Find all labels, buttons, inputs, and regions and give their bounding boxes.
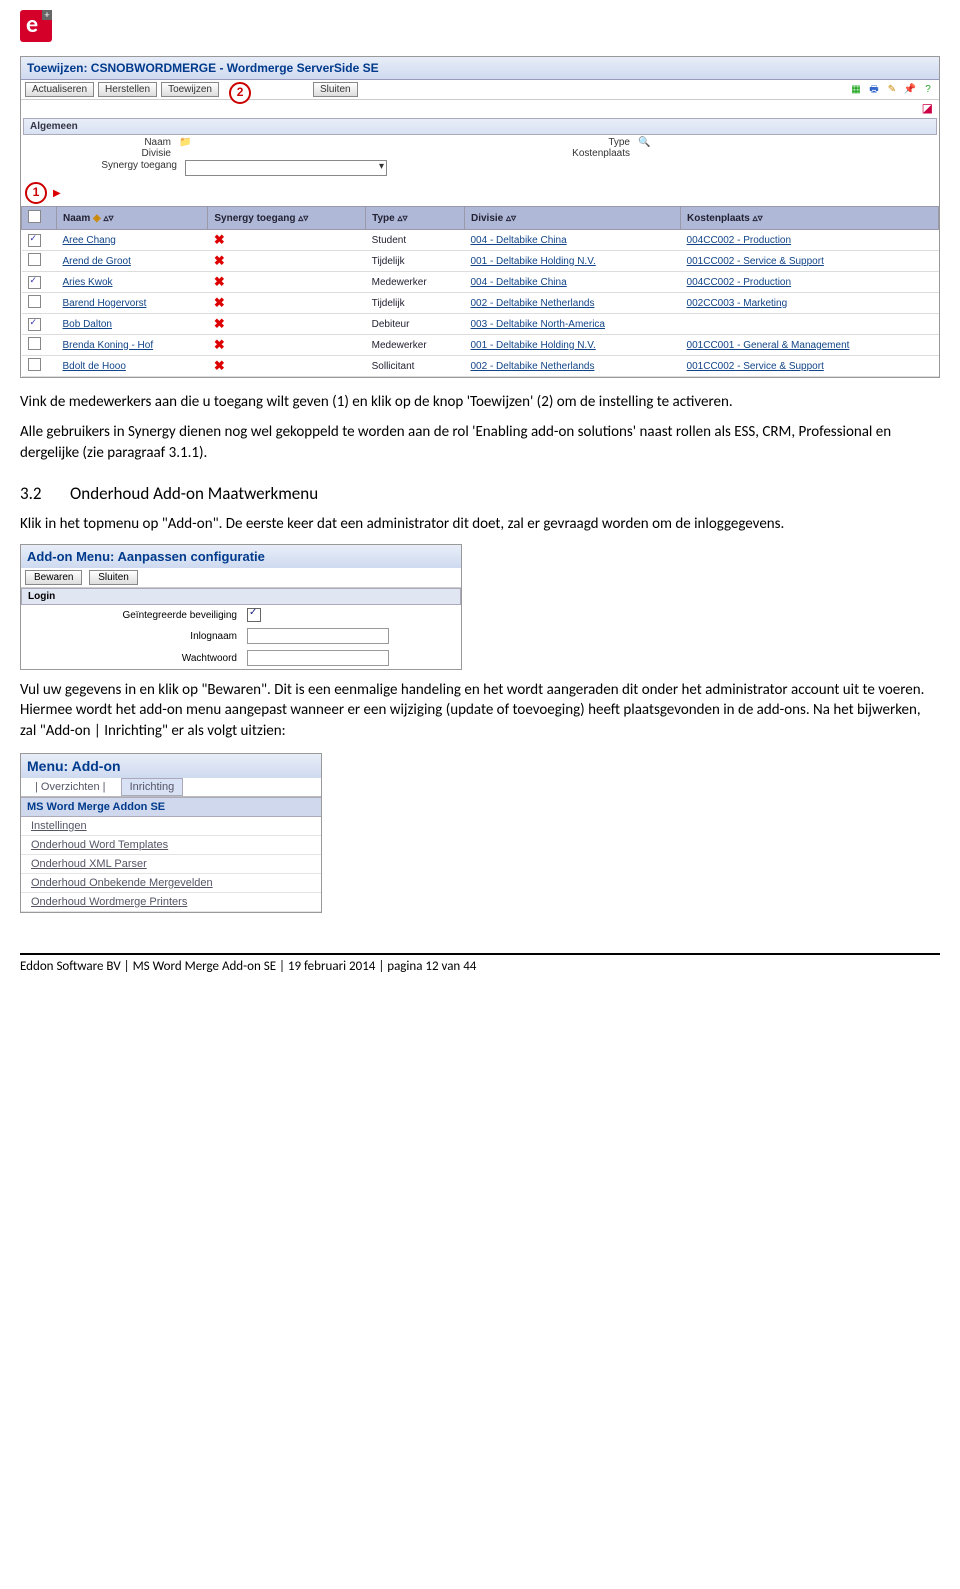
user-link[interactable]: Bdolt de Hooo [63,361,126,372]
x-icon: ✖ [214,232,225,247]
checkbox-all[interactable] [28,210,41,223]
tab-inrichting[interactable]: Inrichting [121,778,184,796]
table-row: Barend Hogervorst✖Tijdelijk002 - Deltabi… [22,293,939,314]
user-link[interactable]: Aree Chang [63,235,116,246]
logo [20,10,52,42]
btn-bewaren[interactable]: Bewaren [25,570,82,585]
tool-icon[interactable]: ✎ [885,83,899,97]
menu-item[interactable]: Instellingen [31,820,87,832]
x-icon: ✖ [214,274,225,289]
red-triangle-icon: ▶ [53,188,61,199]
dropdown-synergy[interactable]: ▾ [185,160,387,176]
lbl-divisie: Divisie [21,148,179,159]
btn-actualiseren[interactable]: Actualiseren [25,82,94,97]
color-icon[interactable]: ◪ [922,101,933,115]
toolbar: Actualiseren Herstellen Toewijzen 2 Slui… [21,80,939,100]
lbl-naam: Naam [21,137,179,148]
help-icon[interactable]: ? [921,83,935,97]
th-synergy[interactable]: Synergy toegang ▵▿ [208,207,366,230]
print-icon[interactable]: 🖶 [867,83,881,97]
section-login: Login [21,588,461,605]
excel-icon[interactable]: ▦ [849,83,863,97]
btn-sluiten[interactable]: Sluiten [89,570,138,585]
user-link[interactable]: Aries Kwok [63,277,113,288]
menu-item[interactable]: Onderhoud Word Templates [31,839,168,851]
x-icon: ✖ [214,337,225,352]
table-row: Brenda Koning - Hof✖Medewerker001 - Delt… [22,335,939,356]
callout-1: 1 [25,182,47,204]
section-heading: 3.2Onderhoud Add-on Maatwerkmenu [20,483,940,504]
table-row: Aries Kwok✖Medewerker004 - Deltabike Chi… [22,272,939,293]
search-icon[interactable]: 🔍 [638,137,650,148]
window-title: Toewijzen: CSNOBWORDMERGE - Wordmerge Se… [21,57,939,80]
lbl-inlognaam: Inlognaam [27,631,247,642]
x-icon: ✖ [214,295,225,310]
paragraph: Alle gebruikers in Synergy dienen nog we… [20,422,940,463]
paragraph: Klik in het topmenu op "Add-on". De eers… [20,514,940,534]
btn-sluiten[interactable]: Sluiten [313,82,358,97]
sort-icon: ◈ [93,213,101,224]
window-title: Add-on Menu: Aanpassen configuratie [21,545,461,568]
window-title: Menu: Add-on [21,754,321,778]
menu-item[interactable]: Onderhoud Onbekende Mergevelden [31,877,213,889]
lbl-synergy-toegang: Synergy toegang [27,160,185,179]
lbl-beveiliging: Geïntegreerde beveiliging [27,610,247,621]
checkbox-beveiliging[interactable] [247,608,261,622]
th-type[interactable]: Type ▵▿ [366,207,465,230]
user-link[interactable]: Barend Hogervorst [63,298,147,309]
menu-item[interactable]: Onderhoud XML Parser [31,858,147,870]
input-wachtwoord[interactable] [247,650,389,666]
page-footer: Eddon Software BV | MS Word Merge Add-on… [20,953,940,974]
table-row: Arend de Groot✖Tijdelijk001 - Deltabike … [22,251,939,272]
th-naam[interactable]: Naam ◈ ▵▿ [57,207,208,230]
menu-group: MS Word Merge Addon SE [21,797,321,817]
lbl-wachtwoord: Wachtwoord [27,653,247,664]
user-link[interactable]: Arend de Groot [63,256,131,267]
input-inlognaam[interactable] [247,628,389,644]
table-row: Aree Chang✖Student004 - Deltabike China0… [22,230,939,251]
th-divisie[interactable]: Divisie ▵▿ [464,207,680,230]
btn-herstellen[interactable]: Herstellen [98,82,157,97]
screenshot-menu-addon: Menu: Add-on | Overzichten | Inrichting … [20,753,322,913]
row-checkbox[interactable] [28,358,41,371]
folder-icon[interactable]: 📁 [179,137,191,148]
callout-2: 2 [229,82,251,104]
user-link[interactable]: Bob Dalton [63,319,112,330]
paragraph: Vink de medewerkers aan die u toegang wi… [20,392,940,412]
users-table: Naam ◈ ▵▿ Synergy toegang ▵▿ Type ▵▿ Div… [21,206,939,377]
row-checkbox[interactable] [28,318,41,331]
row-checkbox[interactable] [28,337,41,350]
row-checkbox[interactable] [28,234,41,247]
row-checkbox[interactable] [28,295,41,308]
lbl-kosten: Kostenplaats [480,148,638,159]
x-icon: ✖ [214,316,225,331]
row-checkbox[interactable] [28,253,41,266]
x-icon: ✖ [214,253,225,268]
pin-icon[interactable]: 📌 [903,83,917,97]
menu-item[interactable]: Onderhoud Wordmerge Printers [31,896,187,908]
btn-toewijzen[interactable]: Toewijzen [161,82,219,97]
screenshot-toewijzen: Toewijzen: CSNOBWORDMERGE - Wordmerge Se… [20,56,940,378]
th-kosten[interactable]: Kostenplaats ▵▿ [681,207,939,230]
row-checkbox[interactable] [28,276,41,289]
table-row: Bob Dalton✖Debiteur003 - Deltabike North… [22,314,939,335]
x-icon: ✖ [214,358,225,373]
lbl-type: Type [480,137,638,148]
tab-overzichten[interactable]: | Overzichten | [27,779,114,795]
table-row: Bdolt de Hooo✖Sollicitant002 - Deltabike… [22,356,939,377]
section-algemeen: Algemeen [23,118,937,135]
paragraph: Vul uw gegevens in en klik op "Bewaren".… [20,680,940,741]
toolbar-right-icons: ▦ 🖶 ✎ 📌 ? [849,83,935,97]
user-link[interactable]: Brenda Koning - Hof [63,340,154,351]
screenshot-addon-config: Add-on Menu: Aanpassen configuratie Bewa… [20,544,462,670]
